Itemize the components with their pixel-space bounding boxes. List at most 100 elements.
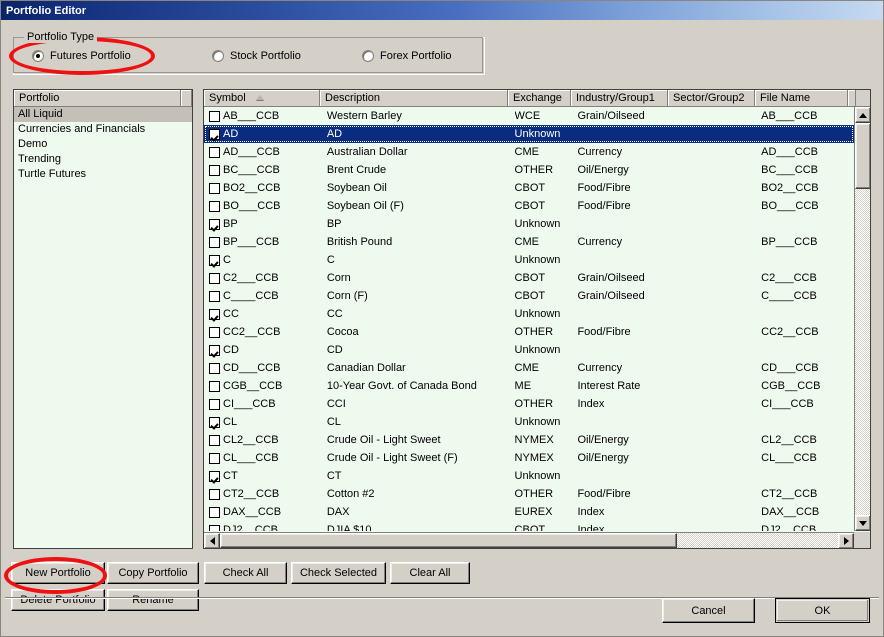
copy-portfolio-button[interactable]: Copy Portfolio xyxy=(107,562,199,584)
rename-button[interactable]: Rename xyxy=(107,589,199,611)
row-checkbox[interactable] xyxy=(209,470,220,482)
row-checkbox[interactable] xyxy=(209,488,220,500)
row-checkbox[interactable] xyxy=(209,344,220,356)
portfolio-list-item[interactable]: Currencies and Financials xyxy=(14,122,192,137)
symbol-table-row[interactable]: CL___CCB Crude Oil - Light Sweet (F) NYMEX… xyxy=(204,449,854,467)
vertical-scroll-thumb[interactable] xyxy=(855,123,870,189)
cell-industry: Food/Fibre xyxy=(577,200,631,212)
row-checkbox[interactable] xyxy=(209,452,220,464)
symbol-table-row[interactable]: BP___CCB British Pound CME Currency BP___CCB xyxy=(204,233,854,251)
row-checkbox[interactable] xyxy=(209,506,220,518)
symbol-table-panel[interactable]: Symbol Description Exchange Industry/Group1… xyxy=(203,89,871,549)
cell-symbol: CC2__CCB xyxy=(223,326,281,338)
radio-futures-portfolio[interactable]: Futures Portfolio xyxy=(32,50,131,62)
symbol-table-row[interactable]: CC CC Unknown xyxy=(204,305,854,323)
symbol-table-row[interactable]: CD CD Unknown xyxy=(204,341,854,359)
row-checkbox[interactable] xyxy=(209,326,220,338)
symbol-table-row[interactable]: C____CCB Corn (F) CBOT Grain/Oilseed C____CC… xyxy=(204,287,854,305)
portfolio-list-item[interactable]: Demo xyxy=(14,137,192,152)
portfolio-column-header[interactable]: Portfolio xyxy=(14,90,181,106)
column-header-file-name[interactable]: File Name xyxy=(755,90,848,106)
portfolio-list-item[interactable]: Turtle Futures xyxy=(14,167,192,182)
cell-symbol: C____CCB xyxy=(223,290,279,302)
radio-bullet-icon xyxy=(32,50,44,62)
vertical-scrollbar[interactable] xyxy=(854,107,870,531)
cell-symbol: CL xyxy=(223,416,238,428)
row-checkbox[interactable] xyxy=(209,200,220,212)
cancel-button[interactable]: Cancel xyxy=(662,598,755,623)
column-header-industry[interactable]: Industry/Group1 xyxy=(571,90,668,106)
new-portfolio-button[interactable]: New Portfolio xyxy=(11,562,105,584)
symbol-table-row[interactable]: AD AD Unknown xyxy=(204,125,854,143)
symbol-table-row[interactable]: AD___CCB Australian Dollar CME Currency AD__… xyxy=(204,143,854,161)
row-checkbox[interactable] xyxy=(209,398,220,410)
scroll-right-button[interactable] xyxy=(838,533,854,548)
column-header-sector[interactable]: Sector/Group2 xyxy=(668,90,755,106)
row-checkbox[interactable] xyxy=(209,146,220,158)
scroll-left-button[interactable] xyxy=(204,533,220,548)
portfolio-type-group: Portfolio Type Futures Portfolio Stock Po… xyxy=(13,31,485,75)
symbol-table-row[interactable]: DAX__CCB DAX EUREX Index DAX__CCB xyxy=(204,503,854,521)
symbol-table-row[interactable]: CT CT Unknown xyxy=(204,467,854,485)
cell-description: British Pound xyxy=(326,236,393,248)
symbol-table-row[interactable]: CL CL Unknown xyxy=(204,413,854,431)
check-selected-button[interactable]: Check Selected xyxy=(291,562,386,584)
column-header-description[interactable]: Description xyxy=(320,90,508,106)
symbol-table-row[interactable]: CGB__CCB 10-Year Govt. of Canada Bond ME In… xyxy=(204,377,854,395)
scroll-up-button[interactable] xyxy=(855,107,870,123)
horizontal-scrollbar[interactable] xyxy=(204,532,854,548)
radio-stock-portfolio[interactable]: Stock Portfolio xyxy=(212,50,301,62)
symbol-table-row[interactable]: C2___CCB Corn CBOT Grain/Oilseed C2___CCB xyxy=(204,269,854,287)
symbol-table-row[interactable]: CL2__CCB Crude Oil - Light Sweet NYMEX Oil/… xyxy=(204,431,854,449)
row-checkbox[interactable] xyxy=(209,524,220,531)
radio-forex-portfolio[interactable]: Forex Portfolio xyxy=(362,50,452,62)
portfolio-list-item[interactable]: All Liquid xyxy=(14,107,192,122)
column-header-symbol[interactable]: Symbol xyxy=(204,90,320,106)
symbol-table-row[interactable]: DJ2__CCB DJIA $10 CBOT Index DJ2__CCB xyxy=(204,521,854,531)
scroll-down-button[interactable] xyxy=(855,515,870,531)
portfolio-list[interactable]: All Liquid Currencies and Financials Demo T… xyxy=(14,107,192,548)
cell-industry: Food/Fibre xyxy=(577,326,631,338)
radio-bullet-icon xyxy=(362,50,374,62)
row-checkbox[interactable] xyxy=(209,380,220,392)
cell-file-name: CC2__CCB xyxy=(761,326,819,338)
row-checkbox[interactable] xyxy=(209,362,220,374)
cell-industry: Oil/Energy xyxy=(577,434,629,446)
check-all-button[interactable]: Check All xyxy=(204,562,287,584)
symbol-table-row[interactable]: CI___CCB CCI OTHER Index CI___CCB xyxy=(204,395,854,413)
cell-exchange: ME xyxy=(514,380,532,392)
ok-button[interactable]: OK xyxy=(775,598,870,623)
row-checkbox[interactable] xyxy=(209,236,220,248)
arrow-left-icon xyxy=(209,537,215,545)
row-checkbox[interactable] xyxy=(209,272,220,284)
symbol-table-row[interactable]: BO___CCB Soybean Oil (F) CBOT Food/Fibre BO_… xyxy=(204,197,854,215)
symbol-table-row[interactable]: CD___CCB Canadian Dollar CME Currency CD___C… xyxy=(204,359,854,377)
row-checkbox[interactable] xyxy=(209,416,220,428)
symbol-table-row[interactable]: AB___CCB Western Barley WCE Grain/Oilseed AB… xyxy=(204,107,854,125)
row-checkbox[interactable] xyxy=(209,434,220,446)
portfolio-list-item[interactable]: Trending xyxy=(14,152,192,167)
row-checkbox[interactable] xyxy=(209,128,220,140)
row-checkbox[interactable] xyxy=(209,110,220,122)
symbol-table-row[interactable]: C C Unknown xyxy=(204,251,854,269)
symbol-table-row[interactable]: BO2__CCB Soybean Oil CBOT Food/Fibre BO2__CC… xyxy=(204,179,854,197)
delete-portfolio-button[interactable]: Delete Portfolio xyxy=(11,589,105,611)
horizontal-scroll-thumb[interactable] xyxy=(220,533,677,548)
symbol-table-row[interactable]: BC___CCB Brent Crude OTHER Oil/Energy BC___C… xyxy=(204,161,854,179)
clear-all-button[interactable]: Clear All xyxy=(390,562,470,584)
column-header-exchange[interactable]: Exchange xyxy=(508,90,571,106)
cell-symbol: BO___CCB xyxy=(223,200,281,212)
symbol-table-row[interactable]: CC2__CCB Cocoa OTHER Food/Fibre CC2__CCB xyxy=(204,323,854,341)
cell-industry: Index xyxy=(577,398,605,410)
cell-description: DJIA $10 xyxy=(326,524,372,531)
symbol-table-body[interactable]: AB___CCB Western Barley WCE Grain/Oilseed AB… xyxy=(204,107,854,531)
row-checkbox[interactable] xyxy=(209,164,220,176)
row-checkbox[interactable] xyxy=(209,218,220,230)
row-checkbox[interactable] xyxy=(209,308,220,320)
portfolio-list-panel[interactable]: Portfolio All Liquid Currencies and Finan… xyxy=(13,89,193,549)
row-checkbox[interactable] xyxy=(209,290,220,302)
row-checkbox[interactable] xyxy=(209,254,220,266)
symbol-table-row[interactable]: BP BP Unknown xyxy=(204,215,854,233)
row-checkbox[interactable] xyxy=(209,182,220,194)
symbol-table-row[interactable]: CT2__CCB Cotton #2 OTHER Food/Fibre CT2__CCB xyxy=(204,485,854,503)
